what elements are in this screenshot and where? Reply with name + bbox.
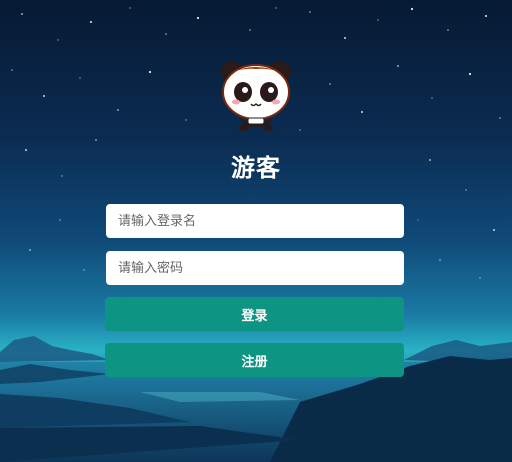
page-title: 游客	[231, 154, 281, 182]
login-page: 游客 登录 注册	[0, 0, 512, 462]
register-button[interactable]: 注册	[105, 343, 404, 377]
login-button[interactable]: 登录	[105, 297, 404, 331]
panda-avatar-icon	[218, 58, 294, 132]
username-input[interactable]	[106, 204, 404, 238]
password-input[interactable]	[106, 251, 404, 285]
